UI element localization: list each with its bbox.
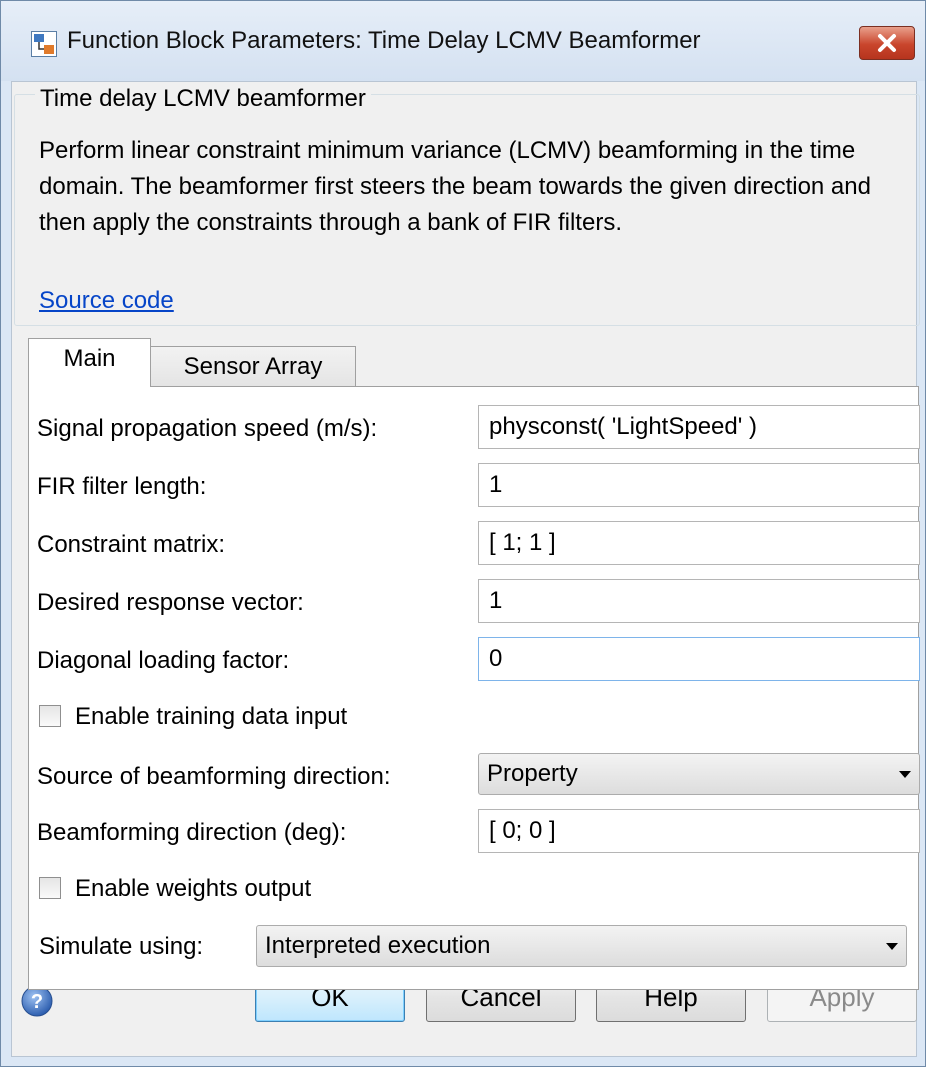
main-tab-panel: Signal propagation speed (m/s): physcons… xyxy=(28,386,920,990)
simulate-using-value: Interpreted execution xyxy=(265,932,491,959)
constraint-matrix-field[interactable]: [ 1; 1 ] xyxy=(478,521,920,565)
desired-response-field[interactable]: 1 xyxy=(478,579,920,623)
dialog-window: Function Block Parameters: Time Delay LC… xyxy=(0,0,926,1067)
weights-output-label: Enable weights output xyxy=(75,875,312,902)
window-title: Function Block Parameters: Time Delay LC… xyxy=(67,27,701,54)
simulate-using-label: Simulate using: xyxy=(39,933,204,960)
fir-length-label: FIR filter length: xyxy=(37,473,207,500)
fir-length-field[interactable]: 1 xyxy=(478,463,920,507)
description-group: Time delay LCMV beamformer Perform linea… xyxy=(14,87,920,326)
propagation-speed-field[interactable]: physconst( 'LightSpeed' ) xyxy=(478,405,920,449)
training-input-checkbox[interactable] xyxy=(39,705,61,727)
direction-source-dropdown[interactable]: Property xyxy=(478,753,920,795)
simulink-block-icon xyxy=(31,31,57,57)
chevron-down-icon xyxy=(899,771,911,778)
group-title: Time delay LCMV beamformer xyxy=(35,87,371,111)
weights-output-checkbox[interactable] xyxy=(39,877,61,899)
direction-source-value: Property xyxy=(487,760,578,787)
simulate-using-dropdown[interactable]: Interpreted execution xyxy=(256,925,907,967)
tab-main[interactable]: Main xyxy=(28,338,151,387)
constraint-matrix-label: Constraint matrix: xyxy=(37,531,226,558)
diagonal-loading-field[interactable]: 0 xyxy=(478,637,920,681)
source-code-link[interactable]: Source code xyxy=(39,287,174,315)
direction-field[interactable]: [ 0; 0 ] xyxy=(478,809,920,853)
chevron-down-icon xyxy=(886,943,898,950)
training-input-label: Enable training data input xyxy=(75,703,348,730)
block-description: Perform linear constraint minimum varian… xyxy=(39,137,871,236)
dialog-client-area: Time delay LCMV beamformer Perform linea… xyxy=(11,81,920,1057)
direction-source-label: Source of beamforming direction: xyxy=(37,763,391,790)
propagation-speed-label: Signal propagation speed (m/s): xyxy=(37,415,378,442)
diagonal-loading-label: Diagonal loading factor: xyxy=(37,647,290,674)
desired-response-label: Desired response vector: xyxy=(37,589,304,616)
direction-label: Beamforming direction (deg): xyxy=(37,819,347,846)
tab-sensor-array[interactable]: Sensor Array xyxy=(150,346,356,390)
svg-text:?: ? xyxy=(31,991,43,1013)
title-bar[interactable]: Function Block Parameters: Time Delay LC… xyxy=(1,1,925,81)
close-button[interactable] xyxy=(859,26,915,60)
close-icon xyxy=(878,34,896,52)
